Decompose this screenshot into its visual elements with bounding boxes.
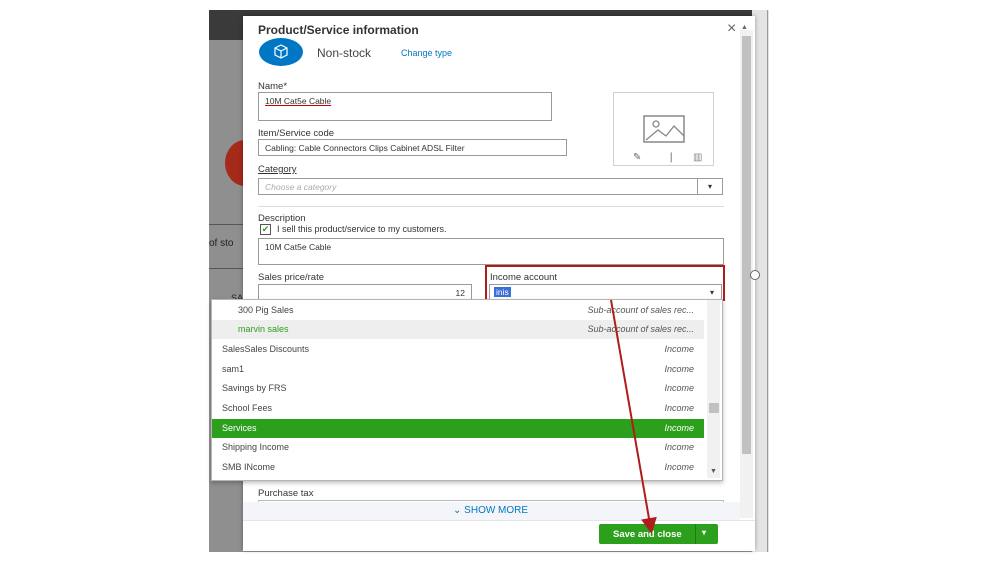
annotation-arrow	[610, 299, 657, 534]
